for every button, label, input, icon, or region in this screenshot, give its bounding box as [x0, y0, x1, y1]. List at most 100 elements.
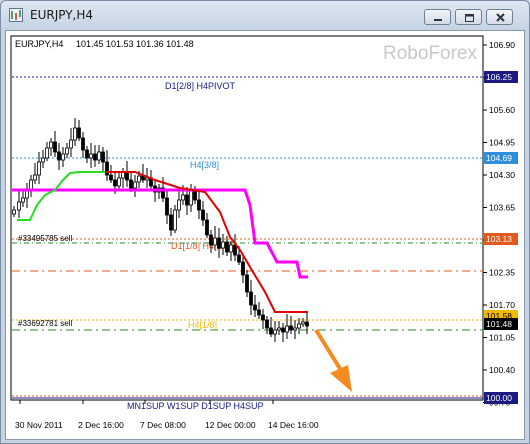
- price-axis[interactable]: 106.90 106.25 105.60 104.95 104.30 103.65 103.…: [483, 40, 515, 408]
- time-tick-label: 30 Nov 2011: [15, 420, 63, 430]
- price-tick-label: 102.35: [489, 268, 515, 278]
- candle-body: [277, 327, 281, 331]
- candle-body: [229, 244, 233, 253]
- candle-body: [57, 151, 61, 161]
- candle-body: [197, 199, 201, 211]
- level-label-h4-1-8: H4[1/8]: [188, 320, 217, 330]
- price-badge-label: 106.25: [486, 72, 512, 82]
- candle-body: [189, 189, 193, 206]
- candle-body: [93, 153, 97, 161]
- candle-body: [173, 209, 177, 231]
- candle-body: [137, 175, 141, 183]
- price-tick-label: 104.95: [489, 138, 515, 148]
- price-badges: 106.25104.69103.13101.58101.48100.00: [484, 71, 518, 404]
- candle-body: [109, 174, 113, 181]
- candle-body: [305, 321, 309, 327]
- candle-body: [41, 157, 45, 163]
- candle-body: [45, 147, 49, 159]
- restore-icon: [465, 14, 474, 22]
- candle-body: [269, 327, 273, 335]
- candle-body: [177, 199, 181, 211]
- candle-body: [65, 147, 69, 155]
- candle-body: [273, 329, 277, 335]
- level-label-h4-3-8: H4[3/8]: [190, 160, 219, 170]
- candle-body: [301, 321, 305, 325]
- candle-body: [209, 234, 213, 246]
- price-tick-label: 101.70: [489, 300, 515, 310]
- window-title: EURJPY,H4: [30, 8, 94, 22]
- candle-body: [285, 325, 289, 333]
- candle-body: [101, 151, 105, 163]
- candle-body: [237, 254, 241, 263]
- candle-body: [249, 291, 253, 306]
- candle-body: [17, 201, 21, 211]
- candle-body: [221, 241, 225, 249]
- candle-body: [133, 181, 137, 189]
- price-tick-label: 104.30: [489, 170, 515, 180]
- title-bar[interactable]: EURJPY,H4: [0, 0, 528, 30]
- candle-body: [225, 241, 229, 253]
- candle-body: [145, 177, 149, 181]
- broker-watermark: RoboForex: [383, 43, 477, 64]
- price-chart[interactable]: EURJPY,H4 101.45 101.53 101.36 101.48 Ro…: [5, 30, 525, 440]
- candle-body: [89, 153, 93, 159]
- candle-body: [113, 179, 117, 187]
- candle-body: [245, 274, 249, 293]
- time-tick-label: 14 Dec 16:00: [268, 420, 319, 430]
- candle-body: [293, 327, 297, 331]
- close-button[interactable]: [486, 9, 513, 25]
- candle-body: [289, 325, 293, 331]
- candle-body: [33, 174, 37, 181]
- candle-body: [201, 209, 205, 221]
- candle-body: [81, 137, 85, 151]
- candle-body: [241, 261, 245, 276]
- level-label-pivot: D1[2/8] H4PIVOT: [165, 81, 236, 91]
- candle-body: [53, 141, 57, 153]
- candle-body: [49, 141, 53, 149]
- candle-body: [85, 149, 89, 159]
- candle-body: [105, 161, 109, 176]
- price-badge-label: 103.13: [486, 234, 512, 244]
- minimize-button[interactable]: [424, 9, 451, 25]
- candle-body: [257, 309, 261, 316]
- candle-body: [125, 171, 129, 181]
- chart-ohlc: 101.45 101.53 101.36 101.48: [76, 39, 194, 49]
- candle-body: [217, 237, 221, 249]
- close-icon: [496, 13, 505, 22]
- candle-body: [165, 197, 169, 216]
- candle-body: [97, 151, 101, 161]
- candle-body: [73, 127, 77, 141]
- candle-body: [265, 319, 269, 329]
- candle-body: [61, 153, 65, 161]
- candle-body: [117, 177, 121, 187]
- time-tick-label: 2 Dec 16:00: [78, 420, 124, 430]
- candle-body: [185, 194, 189, 206]
- price-tick-label: 103.65: [489, 203, 515, 213]
- plot-frame: [10, 35, 484, 401]
- price-tick-label: 105.60: [489, 105, 515, 115]
- candle-body: [281, 327, 285, 333]
- price-tick-label: 100.40: [489, 365, 515, 375]
- candle-body: [169, 214, 173, 231]
- candle-body: [21, 197, 25, 203]
- price-badge-label: 104.69: [486, 153, 512, 163]
- candle-body: [297, 323, 301, 329]
- candle-body: [12, 209, 16, 215]
- price-badge-label: 101.48: [486, 319, 512, 329]
- price-tick-label: 106.90: [489, 40, 515, 50]
- candle-body: [69, 139, 73, 149]
- price-tick-label: 101.05: [489, 333, 515, 343]
- candle-body: [77, 127, 81, 139]
- time-tick-label: 12 Dec 00:00: [205, 420, 256, 430]
- candle-body: [213, 237, 217, 246]
- candle-body: [261, 314, 265, 321]
- time-tick-label: 7 Dec 08:00: [140, 420, 186, 430]
- candle-body: [181, 194, 185, 201]
- restore-button[interactable]: [455, 9, 482, 25]
- order-label-2: #33692781 sell: [18, 319, 72, 328]
- level-label-support: MN1SUP W1SUP D1SUP H4SUP: [127, 401, 264, 411]
- candle-body: [129, 179, 133, 189]
- candle-body: [205, 219, 209, 236]
- candle-body: [253, 304, 257, 311]
- chart-symbol: EURJPY,H4: [15, 39, 63, 49]
